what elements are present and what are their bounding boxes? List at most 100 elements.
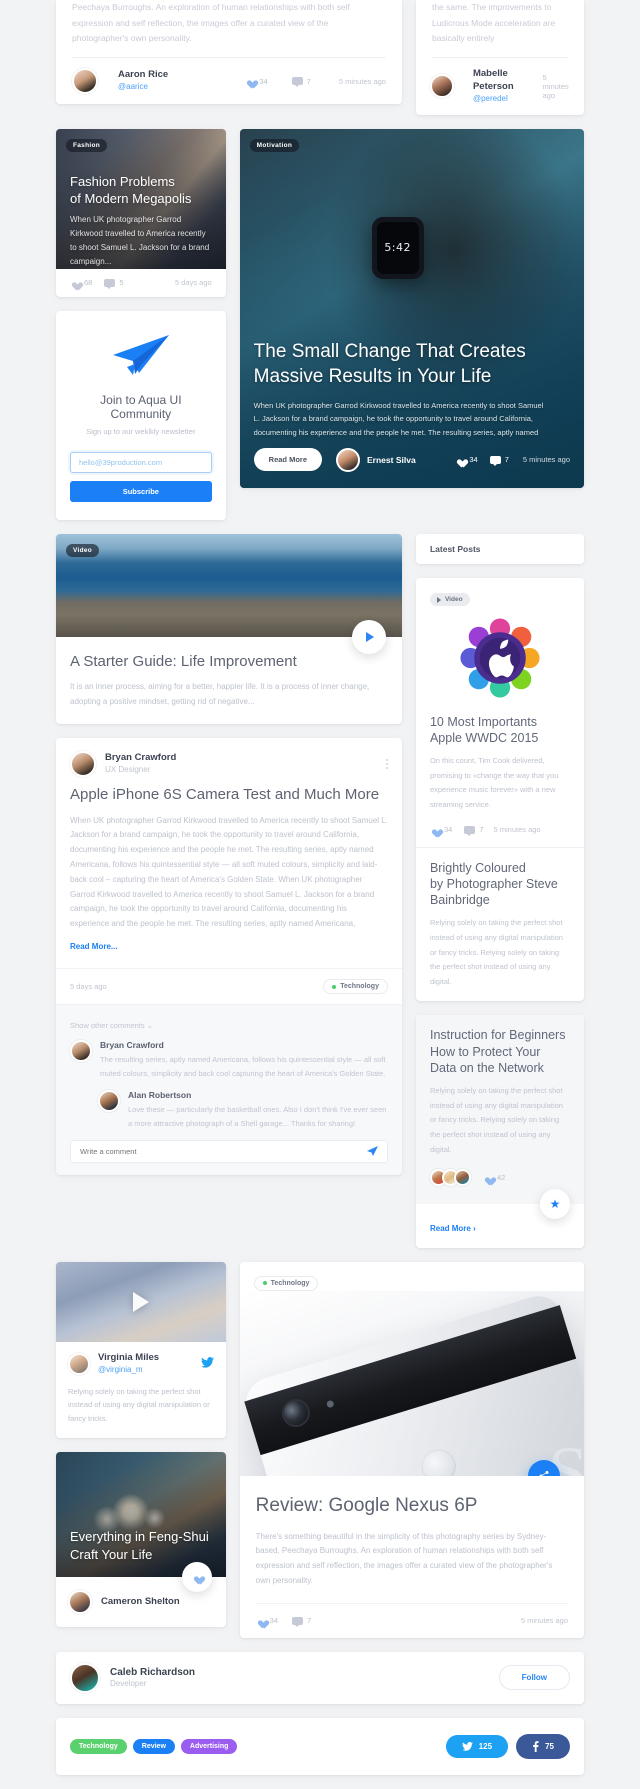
sidebar-post2-title-line2: by Photographer Steve xyxy=(429,876,558,891)
feng-title-line1: Everything in Feng-Shui xyxy=(70,1529,209,1545)
like-count: 34 xyxy=(259,76,268,86)
avatar xyxy=(336,447,361,472)
nexus-review-card[interactable]: Technology S Review: Google Nexus 6P The… xyxy=(239,1262,584,1638)
heart-icon xyxy=(256,1616,266,1626)
category-badge[interactable]: Video xyxy=(66,543,100,557)
sidebar-post3-title-line1: Instruction for Beginners xyxy=(429,1028,566,1043)
video-badge-label: Video xyxy=(444,596,463,604)
status-dot-icon xyxy=(332,984,337,989)
comment-count: 7 xyxy=(307,1616,312,1626)
left-column: Fashion Fashion Problems of Modern Megap… xyxy=(56,128,226,520)
tag-advertising[interactable]: Advertising xyxy=(180,1738,238,1754)
fashion-title-line2: of Modern Megapolis xyxy=(70,191,192,207)
comment-stat[interactable]: 5 xyxy=(104,278,124,289)
feng-author-name: Cameron Shelton xyxy=(101,1596,180,1608)
follow-button[interactable]: Follow xyxy=(498,1665,570,1691)
fashion-title-line1: Fashion Problems xyxy=(70,173,175,189)
feng-shui-card[interactable]: Everything in Feng-Shui Craft Your Life … xyxy=(56,1452,226,1628)
subscribe-button[interactable]: Subscribe xyxy=(70,480,212,502)
author-handle[interactable]: @aarice xyxy=(118,82,168,93)
nexus-body: Review: Google Nexus 6P There's somethin… xyxy=(240,1476,584,1589)
send-icon[interactable] xyxy=(366,1146,379,1157)
twitter-icon[interactable] xyxy=(200,1357,214,1371)
hero-excerpt-line1: When UK photographer Garrod Kirkwood tra… xyxy=(253,400,544,410)
like-stat[interactable]: 34 xyxy=(455,455,477,465)
avatar xyxy=(429,74,454,99)
avatar xyxy=(68,1353,90,1376)
hero-title: The Small Change That Creates Massive Re… xyxy=(254,339,570,389)
comment-item: Alan Robertson Love these — particularly… xyxy=(98,1090,388,1130)
read-more-button[interactable]: Read More xyxy=(253,448,323,472)
category-badge[interactable]: Fashion xyxy=(66,138,108,152)
heart-icon xyxy=(70,278,80,288)
timestamp: 5 days ago xyxy=(70,982,107,992)
play-icon[interactable] xyxy=(132,1292,149,1313)
fashion-card[interactable]: Fashion Fashion Problems of Modern Megap… xyxy=(56,128,226,297)
yarn-video-card[interactable]: Virginia Miles @virginia_m Relying solel… xyxy=(56,1262,226,1439)
read-more-link[interactable]: Read More... xyxy=(70,942,118,951)
comment-text: Love these — particularly the basketball… xyxy=(128,1105,387,1128)
partial-right-footer: Mabelle Peterson @peredel 5 minutes ago xyxy=(416,58,584,114)
email-field[interactable] xyxy=(70,451,212,473)
like-stat[interactable]: 68 xyxy=(70,278,92,288)
tag-chip[interactable]: Technology xyxy=(253,1275,319,1291)
tag-technology[interactable]: Technology xyxy=(70,1738,127,1754)
tag-chip[interactable]: Technology xyxy=(323,979,388,995)
comment-count: 5 xyxy=(119,278,124,288)
more-options-icon[interactable] xyxy=(385,758,388,769)
sidebar-post-instruction[interactable]: Instruction for Beginners How to Protect… xyxy=(415,1015,584,1249)
tags-footer-card: Technology Review Advertising 125 75 xyxy=(56,1717,584,1775)
feng-title-line2: Craft Your Life xyxy=(70,1546,153,1562)
article-author-name: Bryan Crawford xyxy=(105,752,177,764)
read-more-link[interactable]: Read More › xyxy=(430,1224,476,1233)
comment-stat[interactable]: 7 xyxy=(292,1616,312,1627)
comment-input[interactable] xyxy=(70,1140,388,1164)
facebook-icon xyxy=(533,1740,539,1752)
starter-guide-photo: Video xyxy=(56,533,402,654)
sidebar-post3-title-line2: How to Protect Your xyxy=(429,1044,541,1059)
comment-stat[interactable]: 7 xyxy=(464,825,484,836)
sidebar-post3-title-line3: Data on the Network xyxy=(429,1060,544,1075)
sidebar-post3-title: Instruction for Beginners How to Protect… xyxy=(430,1027,570,1076)
yarn-author-row: Virginia Miles @virginia_m xyxy=(56,1342,226,1376)
nexus-phone-graphic xyxy=(239,1290,584,1476)
sidebar-post2-text: Relying solely on taking the perfect sho… xyxy=(429,918,563,986)
sidebar-post-brightly[interactable]: Brightly Coloured by Photographer Steve … xyxy=(416,848,584,1002)
play-button[interactable] xyxy=(351,619,386,654)
comment-stat[interactable]: 7 xyxy=(489,455,509,466)
comment-icon xyxy=(292,1616,304,1627)
author-handle[interactable]: @peredel xyxy=(473,94,519,105)
partial-card-left: Peechaya Burroughs. An exploration of hu… xyxy=(56,0,402,115)
like-stat[interactable]: 34 xyxy=(245,76,267,86)
like-stat[interactable]: 42 xyxy=(483,1173,505,1183)
hero-card-column: Motivation 5:42 The Small Change That Cr… xyxy=(239,128,584,520)
tag-review[interactable]: Review xyxy=(132,1738,175,1754)
like-button[interactable] xyxy=(181,1562,212,1593)
hero-card[interactable]: Motivation 5:42 The Small Change That Cr… xyxy=(239,128,584,488)
comment-author: Bryan Crawford xyxy=(100,1040,164,1051)
newsletter-card: Join to Aqua UI Community Sign up to our… xyxy=(56,310,226,520)
comment-count: 7 xyxy=(504,455,509,465)
comment-stat[interactable]: 7 xyxy=(291,77,311,88)
like-count: 68 xyxy=(84,278,93,288)
author-name: Aaron Rice xyxy=(118,69,169,81)
yarn-author-handle[interactable]: @virginia_m xyxy=(98,1365,159,1376)
partial-right-text: the same. The improvements to Ludicrous … xyxy=(431,2,556,44)
comment-count: 7 xyxy=(479,825,484,835)
yarn-text: Relying solely on taking the perfect sho… xyxy=(68,1386,210,1423)
facebook-share-button[interactable]: 75 xyxy=(516,1733,570,1759)
category-badge[interactable]: Motivation xyxy=(249,138,300,152)
like-stat[interactable]: 34 xyxy=(256,1616,278,1626)
hero-title-line2: Massive Results in Your Life xyxy=(253,365,492,387)
show-other-comments[interactable]: Show other comments ⌄ xyxy=(70,1021,153,1030)
starter-guide-card[interactable]: Video A Starter Guide: Life Improvement … xyxy=(56,533,402,724)
twitter-share-button[interactable]: 125 xyxy=(445,1734,509,1758)
tag-label: Technology xyxy=(340,983,379,991)
sidebar-post-apple[interactable]: Video 10 Most Importants Apple WWDC 2015… xyxy=(415,577,584,1002)
like-count: 34 xyxy=(443,825,453,835)
follow-card: Caleb Richardson Developer Follow xyxy=(56,1651,584,1704)
like-stat[interactable]: 34 xyxy=(430,825,452,835)
video-badge[interactable]: Video xyxy=(429,593,470,607)
comments-section: Show other comments ⌄ Bryan Crawford The… xyxy=(56,1004,402,1176)
article-footer: 5 days ago Technology xyxy=(56,968,402,1004)
